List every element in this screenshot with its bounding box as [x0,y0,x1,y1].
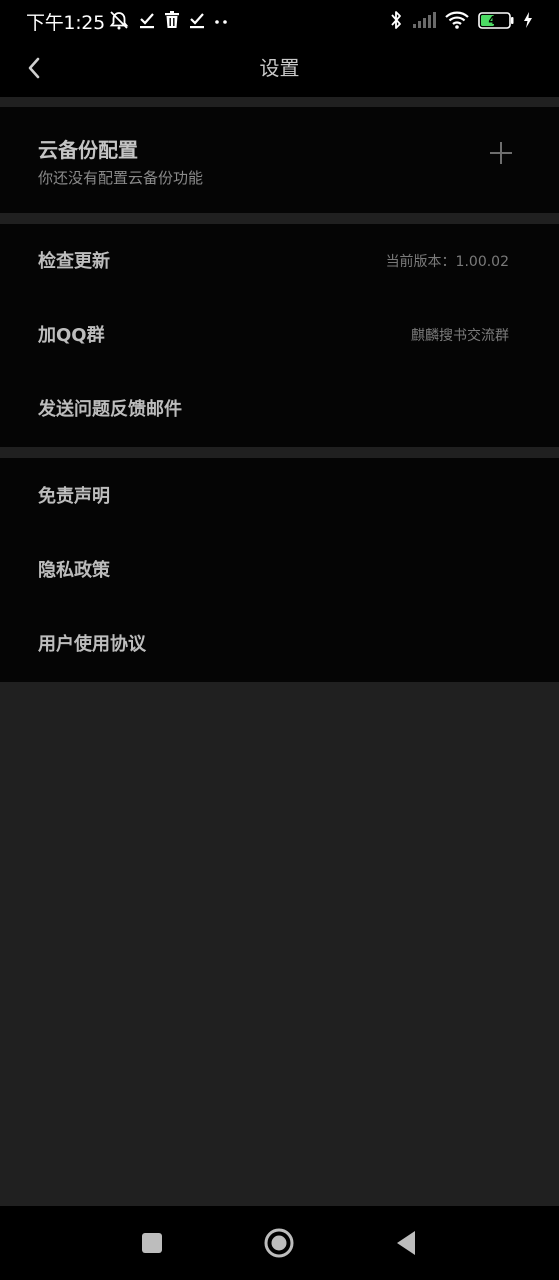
status-right-icons: 41 [389,9,533,31]
cloud-backup-card[interactable]: 云备份配置 你还没有配置云备份功能 [0,107,559,213]
navigation-bar [0,1206,559,1280]
legal-card: 免责声明 隐私政策 用户使用协议 [0,458,559,682]
trash-icon [165,11,179,28]
status-bar: 下午1:25 41 [0,0,559,40]
app-bar: 设置 [0,40,559,97]
home-circle-icon [264,1228,294,1258]
alarm-off-icon [109,11,129,30]
disclaimer-row[interactable]: 免责声明 [0,460,559,534]
disclaimer-label: 免责声明 [38,486,110,507]
qq-group-name: 麒麟搜书交流群 [411,328,509,344]
feedback-email-row[interactable]: 发送问题反馈邮件 [0,373,559,447]
chevron-left-icon [28,57,40,79]
signal-icon [413,12,436,28]
page-title: 设置 [259,56,300,80]
feedback-email-label: 发送问题反馈邮件 [38,399,182,420]
more-dots-icon [215,20,227,24]
battery-level: 41 [488,13,504,27]
back-button[interactable] [18,52,50,84]
status-time: 下午1:25 [26,12,105,34]
check-update-row[interactable]: 检查更新 当前版本：1.00.02 [0,225,559,299]
check-update-label: 检查更新 [38,251,110,272]
recents-square-icon [142,1233,162,1253]
cloud-backup-title: 云备份配置 [38,138,138,162]
home-button[interactable] [264,1228,294,1258]
check-download-icon [140,13,154,29]
charging-icon [524,12,532,28]
join-qq-label: 加QQ群 [38,325,105,346]
user-agreement-row[interactable]: 用户使用协议 [0,608,559,682]
cloud-backup-subtitle: 你还没有配置云备份功能 [38,169,204,187]
privacy-policy-label: 隐私政策 [38,560,110,581]
settings-card: 检查更新 当前版本：1.00.02 加QQ群 麒麟搜书交流群 发送问题反馈邮件 [0,224,559,447]
check-download-icon [190,13,204,29]
wifi-icon [445,11,469,29]
user-agreement-label: 用户使用协议 [38,634,146,655]
current-version-value: 当前版本：1.00.02 [385,254,509,270]
back-triangle-icon [397,1231,415,1255]
back-nav-button[interactable] [391,1228,421,1258]
recents-button[interactable] [137,1228,167,1258]
join-qq-row[interactable]: 加QQ群 麒麟搜书交流群 [0,299,559,373]
status-left-icons [108,9,228,31]
privacy-policy-row[interactable]: 隐私政策 [0,534,559,608]
plus-icon[interactable] [489,141,513,165]
bluetooth-icon [391,11,401,29]
battery-icon: 41 [478,11,514,29]
